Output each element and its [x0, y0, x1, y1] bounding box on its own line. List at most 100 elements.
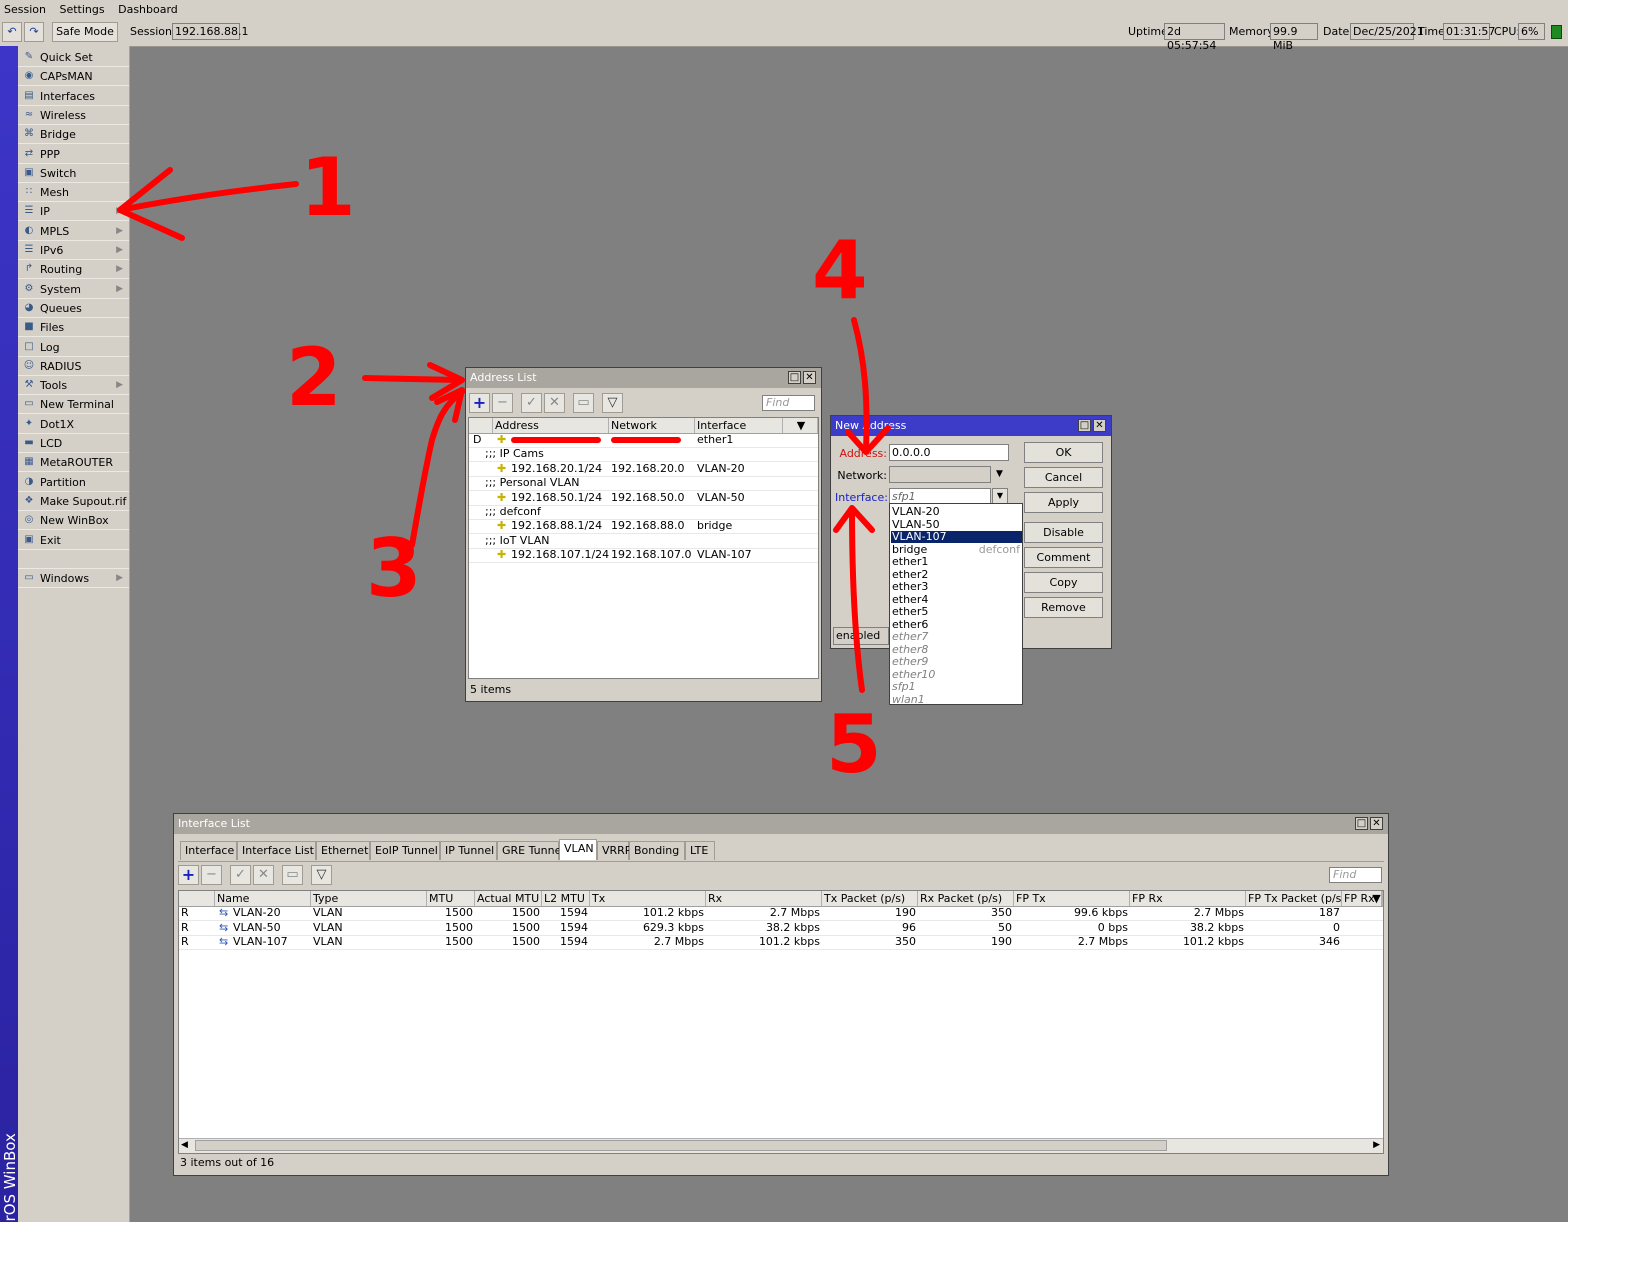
maximize-icon[interactable]: □ [1078, 419, 1091, 432]
filter-icon[interactable]: ▽ [311, 865, 332, 885]
apply-button[interactable]: Apply [1024, 492, 1103, 513]
dropdown-option[interactable]: VLAN-20 [891, 506, 1022, 518]
disable-button[interactable]: ✕ [253, 865, 274, 885]
chevron-down-icon[interactable]: ▼ [996, 469, 1003, 479]
column-tx-packet-p-s-[interactable]: Tx Packet (p/s) [822, 891, 918, 906]
filter-icon[interactable]: ▽ [602, 393, 623, 413]
sidebar-item-queues[interactable]: ◕ Queues [18, 299, 129, 318]
dropdown-option[interactable]: bridge defconf [891, 543, 1022, 556]
tab-gre-tunnel[interactable]: GRE Tunnel [497, 841, 564, 860]
column-actual-mtu[interactable]: Actual MTU [475, 891, 542, 906]
tab-eoip-tunnel[interactable]: EoIP Tunnel [370, 841, 440, 860]
table-row[interactable]: ;;; Personal VLAN [469, 476, 818, 492]
sidebar-item-interfaces[interactable]: ▤ Interfaces [18, 87, 129, 106]
interface-column[interactable]: Interface [695, 418, 783, 433]
network-column[interactable]: Network [609, 418, 695, 433]
table-row[interactable]: ;;; IoT VLAN [469, 534, 818, 549]
column-fp-tx[interactable]: FP Tx [1014, 891, 1130, 906]
dropdown-option[interactable]: ether1 [891, 556, 1022, 568]
tab-vrrp[interactable]: VRRP [597, 841, 631, 860]
tab-interface[interactable]: Interface [180, 841, 237, 860]
sidebar-item-tools[interactable]: ⚒ Tools ▶ [18, 376, 129, 396]
table-row[interactable]: R VLAN-20 VLAN 1500 1500 1594 101.2 kbps 2.7 Mb… [179, 906, 1383, 921]
table-row[interactable]: ;;; defconf [469, 505, 818, 520]
table-row[interactable]: R VLAN-107 VLAN 1500 1500 1594 2.7 Mbps 101.2 k… [179, 935, 1383, 950]
sidebar-item-wireless[interactable]: ≈ Wireless [18, 106, 129, 125]
column-rx[interactable]: Rx [706, 891, 822, 906]
address-column[interactable]: Address [493, 418, 609, 433]
sidebar-item-windows[interactable]: ▭ Windows ▶ [18, 569, 129, 589]
new-address-title[interactable]: New Address [831, 416, 1111, 436]
add-button[interactable]: + [469, 393, 490, 413]
sidebar-item-metarouter[interactable]: ▦ MetaROUTER [18, 453, 129, 473]
column-menu-icon[interactable]: ▼ [1369, 891, 1383, 906]
copy-button[interactable]: Copy [1024, 572, 1103, 593]
sidebar-item-capsman[interactable]: ◉ CAPsMAN [18, 67, 129, 87]
table-row[interactable]: R VLAN-50 VLAN 1500 1500 1594 629.3 kbps 38.2 k… [179, 921, 1383, 936]
table-row[interactable]: ✚ 192.168.107.1/24 192.168.107.0 VLAN-107 [469, 548, 818, 564]
find-input[interactable]: Find [1329, 867, 1382, 883]
sidebar-item-mpls[interactable]: ◐ MPLS ▶ [18, 222, 129, 241]
interface-list-title[interactable]: Interface List [174, 814, 1388, 834]
safe-mode-button[interactable]: Safe Mode [52, 22, 118, 42]
address-input[interactable]: 0.0.0.0 [889, 444, 1009, 461]
dropdown-option[interactable]: VLAN-50 [891, 518, 1022, 531]
dropdown-option[interactable]: ether9 [891, 656, 1022, 668]
sidebar-item-partition[interactable]: ◑ Partition [18, 473, 129, 492]
sidebar-item-log[interactable]: □ Log [18, 338, 129, 357]
disable-button[interactable]: Disable [1024, 522, 1103, 543]
column-l2-mtu[interactable]: L2 MTU [542, 891, 590, 906]
column-type[interactable]: Type [311, 891, 427, 906]
column-fp-tx-packet-p-s-[interactable]: FP Tx Packet (p/s) [1246, 891, 1342, 906]
close-icon[interactable]: ✕ [1370, 817, 1383, 830]
dropdown-option[interactable]: ether3 [891, 581, 1022, 593]
remove-button[interactable]: Remove [1024, 597, 1103, 618]
maximize-icon[interactable]: □ [788, 371, 801, 384]
dropdown-option[interactable]: wlan1 [891, 693, 1022, 706]
scrollbar-thumb[interactable] [195, 1140, 1167, 1151]
sidebar-item-new-winbox[interactable]: ◎ New WinBox [18, 511, 129, 531]
ok-button[interactable]: OK [1024, 442, 1103, 463]
dropdown-option[interactable]: ether10 [891, 668, 1022, 681]
scroll-right-icon[interactable]: ▶ [1373, 1140, 1380, 1150]
sidebar-item-system[interactable]: ⚙ System ▶ [18, 280, 129, 299]
dropdown-option[interactable]: ether7 [891, 631, 1022, 643]
dropdown-option[interactable]: ether8 [891, 643, 1022, 656]
menu-dashboard[interactable]: Dashboard [114, 0, 178, 16]
dropdown-option[interactable]: ether4 [891, 593, 1022, 606]
menu-session[interactable]: Session [0, 0, 46, 16]
remove-button[interactable]: − [201, 865, 222, 885]
undo-icon[interactable]: ↶ [2, 22, 22, 42]
sidebar-item-make-supout-rif[interactable]: ❖ Make Supout.rif [18, 492, 129, 511]
sidebar-item-exit[interactable]: ▣ Exit [18, 531, 129, 550]
sidebar-item-radius[interactable]: ☺ RADIUS [18, 357, 129, 376]
sidebar-item-mesh[interactable]: ∷ Mesh [18, 183, 129, 203]
table-row[interactable]: ✚ 192.168.50.1/24 192.168.50.0 VLAN-50 [469, 491, 818, 506]
table-row[interactable]: ;;; IP Cams [469, 447, 818, 463]
maximize-icon[interactable]: □ [1355, 817, 1368, 830]
dropdown-option[interactable]: ether5 [891, 606, 1022, 618]
dropdown-button[interactable]: ▼ [992, 488, 1008, 504]
sidebar-item-ipv6[interactable]: ☰ IPv6 ▶ [18, 241, 129, 260]
sidebar-item-ppp[interactable]: ⇄ PPP [18, 145, 129, 164]
find-input[interactable]: Find [762, 395, 815, 411]
sidebar-item-bridge[interactable]: ⌘ Bridge [18, 125, 129, 145]
column-fp-rx[interactable]: FP Rx [1130, 891, 1246, 906]
comment-button[interactable]: Comment [1024, 547, 1103, 568]
enable-button[interactable]: ✓ [230, 865, 251, 885]
sidebar-item-new-terminal[interactable]: ▭ New Terminal [18, 395, 129, 415]
horizontal-scrollbar[interactable]: ◀ ▶ [179, 1138, 1383, 1153]
remove-button[interactable]: − [492, 393, 513, 413]
column-menu-icon[interactable]: ▼ [783, 418, 818, 433]
redo-icon[interactable]: ↷ [24, 22, 44, 42]
menu-settings[interactable]: Settings [55, 0, 104, 16]
comment-button[interactable]: ▭ [573, 393, 594, 413]
sidebar-item-routing[interactable]: ↱ Routing ▶ [18, 260, 129, 280]
tab-bonding[interactable]: Bonding [629, 841, 685, 860]
column-mtu[interactable]: MTU [427, 891, 475, 906]
scroll-left-icon[interactable]: ◀ [181, 1140, 188, 1150]
table-row[interactable]: ✚ 192.168.20.1/24 192.168.20.0 VLAN-20 [469, 462, 818, 477]
tab-lte[interactable]: LTE [685, 841, 715, 860]
comment-button[interactable]: ▭ [282, 865, 303, 885]
sidebar-item-quick-set[interactable]: ✎ Quick Set [18, 48, 129, 67]
